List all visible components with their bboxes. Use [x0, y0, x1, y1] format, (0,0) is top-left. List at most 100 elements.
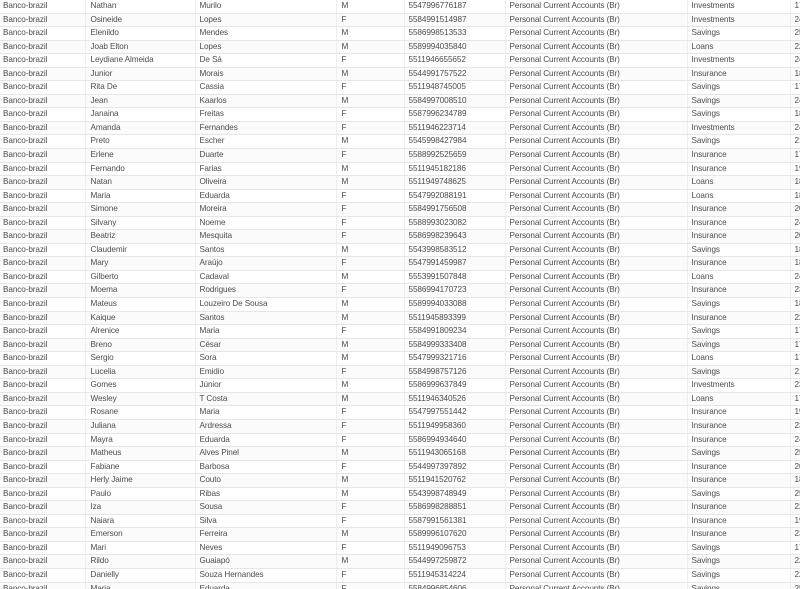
cell-gender[interactable]: F	[336, 13, 405, 28]
cell-datetime[interactable]: 23/11/24 18:27	[790, 283, 800, 299]
cell-first[interactable]: Maria	[85, 582, 196, 589]
cell-phone[interactable]: 5511949096753	[404, 541, 506, 556]
cell-bank[interactable]: Banco-brazil	[0, 283, 86, 299]
cell-last[interactable]: Guaiapó	[195, 554, 337, 569]
table-row[interactable]: Banco-brazil Mateus Louzeiro De Sousa M 5589…	[0, 297, 800, 312]
cell-phone[interactable]: 5544997259872	[404, 554, 506, 569]
cell-phone[interactable]: 5586994934640	[404, 433, 506, 448]
cell-product[interactable]: Personal Current Accounts (Br)	[505, 121, 688, 136]
cell-product[interactable]: Personal Current Accounts (Br)	[505, 473, 688, 488]
cell-last[interactable]: Noeme	[195, 216, 337, 231]
cell-first[interactable]: Iza	[85, 500, 196, 515]
cell-category[interactable]: Savings	[687, 26, 791, 41]
cell-first[interactable]: Lucelia	[85, 365, 196, 380]
cell-gender[interactable]: M	[336, 0, 405, 14]
cell-category[interactable]: Loans	[687, 40, 791, 55]
cell-first[interactable]: Fernando	[85, 162, 196, 177]
cell-datetime[interactable]: 18/11/24 11:34	[790, 175, 800, 190]
table-row[interactable]: Banco-brazil Paulo Ribas M 5543998748949 Pers…	[0, 487, 800, 502]
cell-bank[interactable]: Banco-brazil	[0, 324, 86, 339]
cell-phone[interactable]: 5584991514987	[404, 13, 506, 28]
cell-category[interactable]: Insurance	[687, 67, 791, 82]
cell-product[interactable]: Personal Current Accounts (Br)	[505, 365, 688, 380]
cell-gender[interactable]: F	[336, 53, 405, 68]
table-row[interactable]: Banco-brazil Fernando Farias M 5511945182186…	[0, 162, 800, 177]
accounts-table[interactable]: Banco-brazil Nathan Murilo M 5547996776187 Pe…	[0, 0, 800, 589]
cell-product[interactable]: Personal Current Accounts (Br)	[505, 297, 688, 312]
cell-first[interactable]: Breno	[85, 338, 196, 353]
cell-last[interactable]: Júnior	[195, 378, 337, 393]
cell-category[interactable]: Loans	[687, 175, 791, 190]
cell-category[interactable]: Insurance	[687, 460, 791, 475]
cell-gender[interactable]: F	[336, 541, 405, 556]
cell-first[interactable]: Moema	[85, 283, 196, 299]
cell-category[interactable]: Investments	[687, 378, 791, 393]
cell-phone[interactable]: 5589996107620	[404, 527, 506, 542]
cell-phone[interactable]: 5584999333408	[404, 338, 506, 353]
table-row[interactable]: Banco-brazil Osineide Lopes F 5584991514987 P…	[0, 13, 800, 28]
cell-last[interactable]: Alves Pinel	[195, 446, 337, 461]
cell-last[interactable]: Eduarda	[195, 582, 337, 589]
table-row[interactable]: Banco-brazil Junior Morais M 5544991757522 Pe…	[0, 67, 800, 82]
cell-phone[interactable]: 5584991756508	[404, 202, 506, 217]
cell-gender[interactable]: F	[336, 216, 405, 231]
cell-last[interactable]: Cassia	[195, 80, 337, 95]
cell-bank[interactable]: Banco-brazil	[0, 297, 86, 312]
cell-phone[interactable]: 5511945314224	[404, 568, 506, 583]
cell-category[interactable]: Insurance	[687, 405, 791, 420]
cell-bank[interactable]: Banco-brazil	[0, 121, 86, 136]
cell-product[interactable]: Personal Current Accounts (Br)	[505, 134, 688, 149]
table-row[interactable]: Banco-brazil Beatriz Mesquita F 558699823964…	[0, 229, 800, 244]
cell-product[interactable]: Personal Current Accounts (Br)	[505, 202, 688, 217]
cell-gender[interactable]: F	[336, 514, 405, 529]
cell-category[interactable]: Savings	[687, 134, 791, 149]
cell-product[interactable]: Personal Current Accounts (Br)	[505, 541, 688, 556]
cell-datetime[interactable]: 21/11/24 12:57	[790, 134, 800, 149]
cell-category[interactable]: Savings	[687, 365, 791, 380]
cell-category[interactable]: Insurance	[687, 162, 791, 177]
cell-bank[interactable]: Banco-brazil	[0, 53, 86, 68]
cell-phone[interactable]: 5511949958360	[404, 419, 506, 434]
cell-last[interactable]: César	[195, 338, 337, 353]
cell-phone[interactable]: 5511943065168	[404, 446, 506, 461]
cell-bank[interactable]: Banco-brazil	[0, 270, 86, 285]
cell-last[interactable]: Emidio	[195, 365, 337, 380]
cell-first[interactable]: Amanda	[85, 121, 196, 136]
cell-gender[interactable]: F	[336, 324, 405, 339]
cell-phone[interactable]: 5547997551442	[404, 405, 506, 420]
cell-bank[interactable]: Banco-brazil	[0, 148, 86, 163]
cell-last[interactable]: Mendes	[195, 26, 337, 41]
cell-datetime[interactable]: 20/11/24 4:38	[790, 202, 800, 217]
cell-bank[interactable]: Banco-brazil	[0, 568, 86, 583]
cell-product[interactable]: Personal Current Accounts (Br)	[505, 324, 688, 339]
cell-phone[interactable]: 5584996854606	[404, 582, 506, 589]
cell-last[interactable]: Silva	[195, 514, 337, 529]
cell-phone[interactable]: 5584997008510	[404, 94, 506, 109]
table-row[interactable]: Banco-brazil Gilberto Cadaval M 555399150784…	[0, 270, 800, 285]
cell-first[interactable]: Natan	[85, 175, 196, 190]
cell-last[interactable]: Oliveira	[195, 175, 337, 190]
cell-bank[interactable]: Banco-brazil	[0, 378, 86, 393]
cell-product[interactable]: Personal Current Accounts (Br)	[505, 40, 688, 55]
cell-datetime[interactable]: 24/11/24 14:37	[790, 270, 800, 285]
cell-phone[interactable]: 5586998513533	[404, 26, 506, 41]
cell-bank[interactable]: Banco-brazil	[0, 134, 86, 149]
cell-category[interactable]: Insurance	[687, 473, 791, 488]
cell-category[interactable]: Insurance	[687, 283, 791, 299]
table-row[interactable]: Banco-brazil Gomes Júnior M 5586999637849 Per…	[0, 378, 800, 393]
cell-first[interactable]: Gomes	[85, 378, 196, 393]
table-row[interactable]: Banco-brazil Leydiane Almeida De Sá F 551194…	[0, 53, 800, 68]
cell-gender[interactable]: F	[336, 202, 405, 217]
cell-category[interactable]: Savings	[687, 446, 791, 461]
cell-datetime[interactable]: 23/11/24 12:54	[790, 378, 800, 393]
cell-category[interactable]: Loans	[687, 189, 791, 204]
cell-category[interactable]: Savings	[687, 582, 791, 589]
cell-gender[interactable]: F	[336, 365, 405, 380]
cell-gender[interactable]: M	[336, 26, 405, 41]
cell-datetime[interactable]: 22/11/24 1:49	[790, 554, 800, 569]
table-row[interactable]: Banco-brazil Herly Jaime Couto M 55119415207…	[0, 473, 800, 488]
cell-product[interactable]: Personal Current Accounts (Br)	[505, 351, 688, 366]
cell-category[interactable]: Insurance	[687, 229, 791, 244]
cell-phone[interactable]: 5588993023082	[404, 216, 506, 231]
table-row[interactable]: Banco-brazil Janaina Freitas F 5587996234789…	[0, 107, 800, 122]
